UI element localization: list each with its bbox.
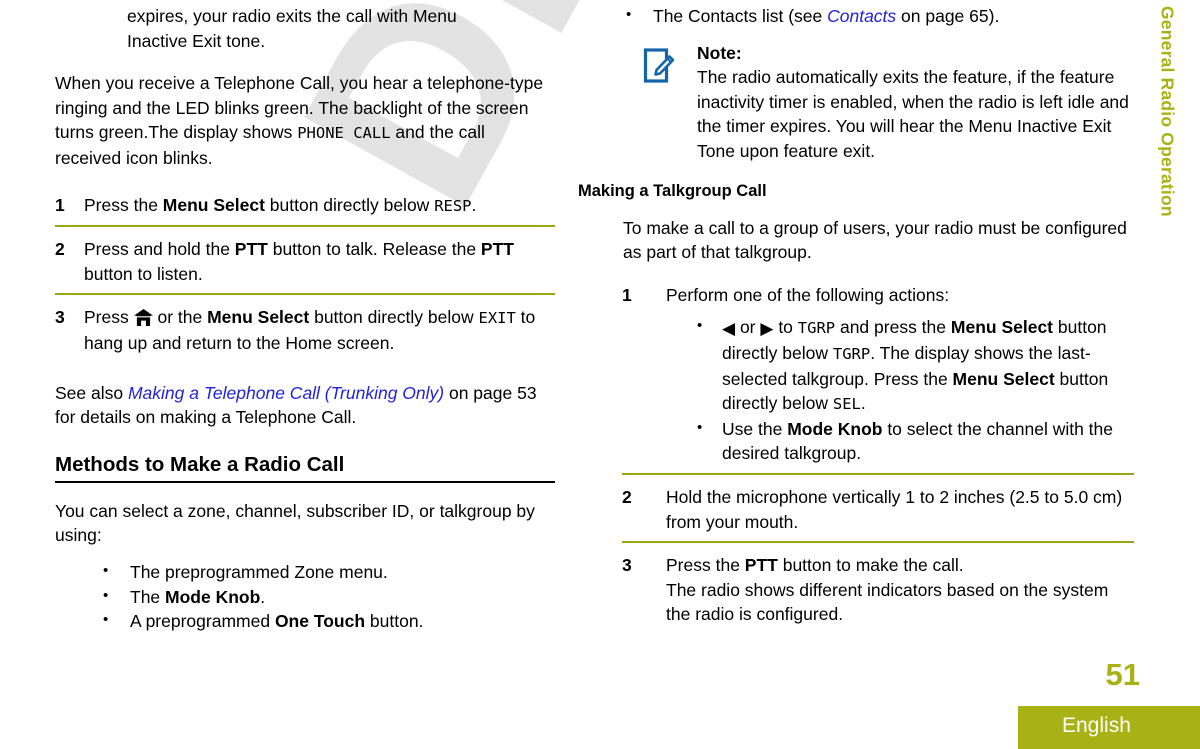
footer-language-label: English	[1062, 714, 1131, 737]
display-text-phone-call: PHONE CALL	[297, 124, 391, 143]
step-body: Press or the Menu Select button directly…	[84, 305, 555, 355]
emphasis-term: PTT	[744, 555, 778, 576]
contacts-bullet-list: The Contacts list (see Contacts on page …	[578, 3, 1134, 29]
text-run: button directly below	[264, 194, 435, 215]
list-item: The Mode Knob.	[100, 584, 555, 610]
emphasis-term: Menu Select	[162, 194, 265, 215]
text-run: and press the	[835, 317, 951, 338]
continued-line-1: expires, your radio exits the call with …	[127, 6, 457, 26]
step-item: 1 Press the Menu Select button directly b…	[55, 193, 555, 228]
text-run: button to listen.	[84, 263, 203, 284]
list-item-contacts: The Contacts list (see Contacts on page …	[623, 3, 1134, 29]
step-number: 1	[55, 194, 65, 215]
arrow-right-icon: ▶	[760, 319, 774, 339]
step-number: 2	[55, 239, 65, 260]
right-column: The Contacts list (see Contacts on page …	[578, 0, 1134, 634]
step-body: Hold the microphone vertically 1 to 2 in…	[666, 485, 1134, 534]
text-run: .	[860, 393, 866, 414]
emphasis-term: PTT	[234, 239, 268, 260]
right-step-list: 1 Perform one of the following actions: ◀ …	[578, 283, 1134, 634]
text-run: Press the	[84, 194, 163, 215]
display-text: TGRP	[797, 319, 836, 338]
note-block: Note: The radio automatically exits the …	[623, 41, 1134, 164]
cross-reference-link-contacts[interactable]: Contacts	[827, 6, 896, 26]
methods-intro-paragraph: You can select a zone, channel, subscrib…	[55, 500, 535, 546]
step-body: Press and hold the PTT button to talk. R…	[84, 237, 555, 286]
step-item: 3 Press the PTT button to make the call. T…	[622, 553, 1134, 634]
note-title: Note:	[697, 42, 742, 63]
text-run: or	[735, 317, 761, 338]
home-icon	[133, 308, 153, 327]
telephone-call-paragraph: When you receive a Telephone Call, you h…	[55, 71, 555, 170]
display-text: EXIT	[478, 309, 516, 328]
text-run: Press	[84, 307, 134, 328]
text-run: .	[471, 194, 477, 215]
text-run: button.	[365, 611, 424, 632]
left-column: expires, your radio exits the call with …	[55, 0, 555, 634]
see-also-paragraph: See also Making a Telephone Call (Trunki…	[55, 381, 555, 430]
step-item: 2 Press and hold the PTT button to talk. …	[55, 237, 555, 296]
display-text: TGRP	[832, 344, 871, 363]
display-text: RESP	[434, 196, 472, 215]
contacts-bullet-prefix: The Contacts list (see	[653, 6, 828, 26]
side-tab-label: General Radio Operation	[1157, 6, 1178, 217]
list-item: A preprogrammed One Touch button.	[100, 608, 555, 634]
emphasis-term: Menu Select	[952, 368, 1055, 389]
text-run: Press and hold the	[84, 239, 235, 260]
step-number: 3	[622, 555, 632, 576]
continued-line-2: Inactive Exit tone.	[127, 30, 266, 51]
text-run: button to make the call.	[777, 555, 964, 576]
note-pencil-icon	[643, 45, 675, 85]
emphasis-term: PTT	[480, 239, 514, 260]
emphasis-term: Menu Select	[950, 317, 1054, 338]
text-run: to	[773, 317, 798, 338]
display-text: SEL	[832, 395, 861, 414]
step-item: 1 Perform one of the following actions: ◀ …	[622, 283, 1134, 475]
arrow-left-icon: ◀	[722, 319, 736, 339]
text-run: .	[260, 586, 266, 607]
step-lead-text: Perform one of the following actions:	[666, 284, 950, 305]
emphasis-term: One Touch	[274, 611, 366, 632]
emphasis-term: Menu Select	[207, 307, 310, 328]
step-number: 2	[622, 486, 632, 507]
step-number: 3	[55, 307, 65, 328]
section-heading-methods: Methods to Make a Radio Call	[55, 452, 555, 483]
continued-paragraph: expires, your radio exits the call with …	[127, 4, 555, 53]
cross-reference-link-telephone-call[interactable]: Making a Telephone Call (Trunking Only)	[128, 383, 444, 403]
text-run: button directly below	[309, 307, 479, 328]
left-step-list: 1 Press the Menu Select button directly b…	[55, 193, 555, 363]
section-heading-talkgroup: Making a Talkgroup Call	[578, 181, 767, 200]
text-run: Hold the microphone vertically 1 to 2 in…	[666, 486, 1123, 532]
step-body: Press the Menu Select button directly be…	[84, 193, 555, 219]
step-body: Press the PTT button to make the call. Th…	[666, 553, 1134, 627]
emphasis-term: Mode Knob	[165, 586, 261, 607]
step-body: Perform one of the following actions: ◀ o…	[666, 283, 1134, 466]
sub-list-item: Use the Mode Knob to select the channel …	[694, 416, 1134, 466]
text-run: Use the	[722, 418, 788, 439]
text-run: The	[130, 586, 166, 607]
text-run: or the	[152, 307, 208, 328]
page-number: 51	[1105, 657, 1140, 692]
text-run: The preprogrammed Zone menu.	[130, 561, 388, 582]
side-tab-chapter: General Radio Operation	[1134, 0, 1200, 300]
step-number: 1	[622, 284, 632, 305]
see-also-prefix: See also	[55, 382, 128, 403]
contacts-bullet-suffix: on page 65).	[896, 6, 1000, 26]
step-item: 3 Press or the Menu Select button directl…	[55, 305, 555, 362]
text-run: The radio shows different indicators bas…	[666, 579, 1109, 625]
page-content: expires, your radio exits the call with …	[0, 0, 1200, 749]
emphasis-term: Mode Knob	[787, 418, 883, 439]
methods-bullet-list: The preprogrammed Zone menu.The Mode Kno…	[55, 559, 555, 634]
note-body: The radio automatically exits the featur…	[697, 67, 1129, 161]
text-run: button to talk. Release the	[267, 239, 481, 260]
sub-bullet-list: ◀ or ▶ to TGRP and press the Menu Select…	[666, 314, 1134, 466]
text-run: A preprogrammed	[130, 611, 275, 632]
list-item: The preprogrammed Zone menu.	[100, 559, 555, 585]
talkgroup-intro-paragraph: To make a call to a group of users, your…	[623, 217, 1127, 263]
sub-list-item: ◀ or ▶ to TGRP and press the Menu Select…	[694, 314, 1134, 416]
footer-bar: English	[1018, 706, 1200, 749]
text-run: Press the	[666, 555, 745, 576]
step-item: 2 Hold the microphone vertically 1 to 2 i…	[622, 485, 1134, 544]
